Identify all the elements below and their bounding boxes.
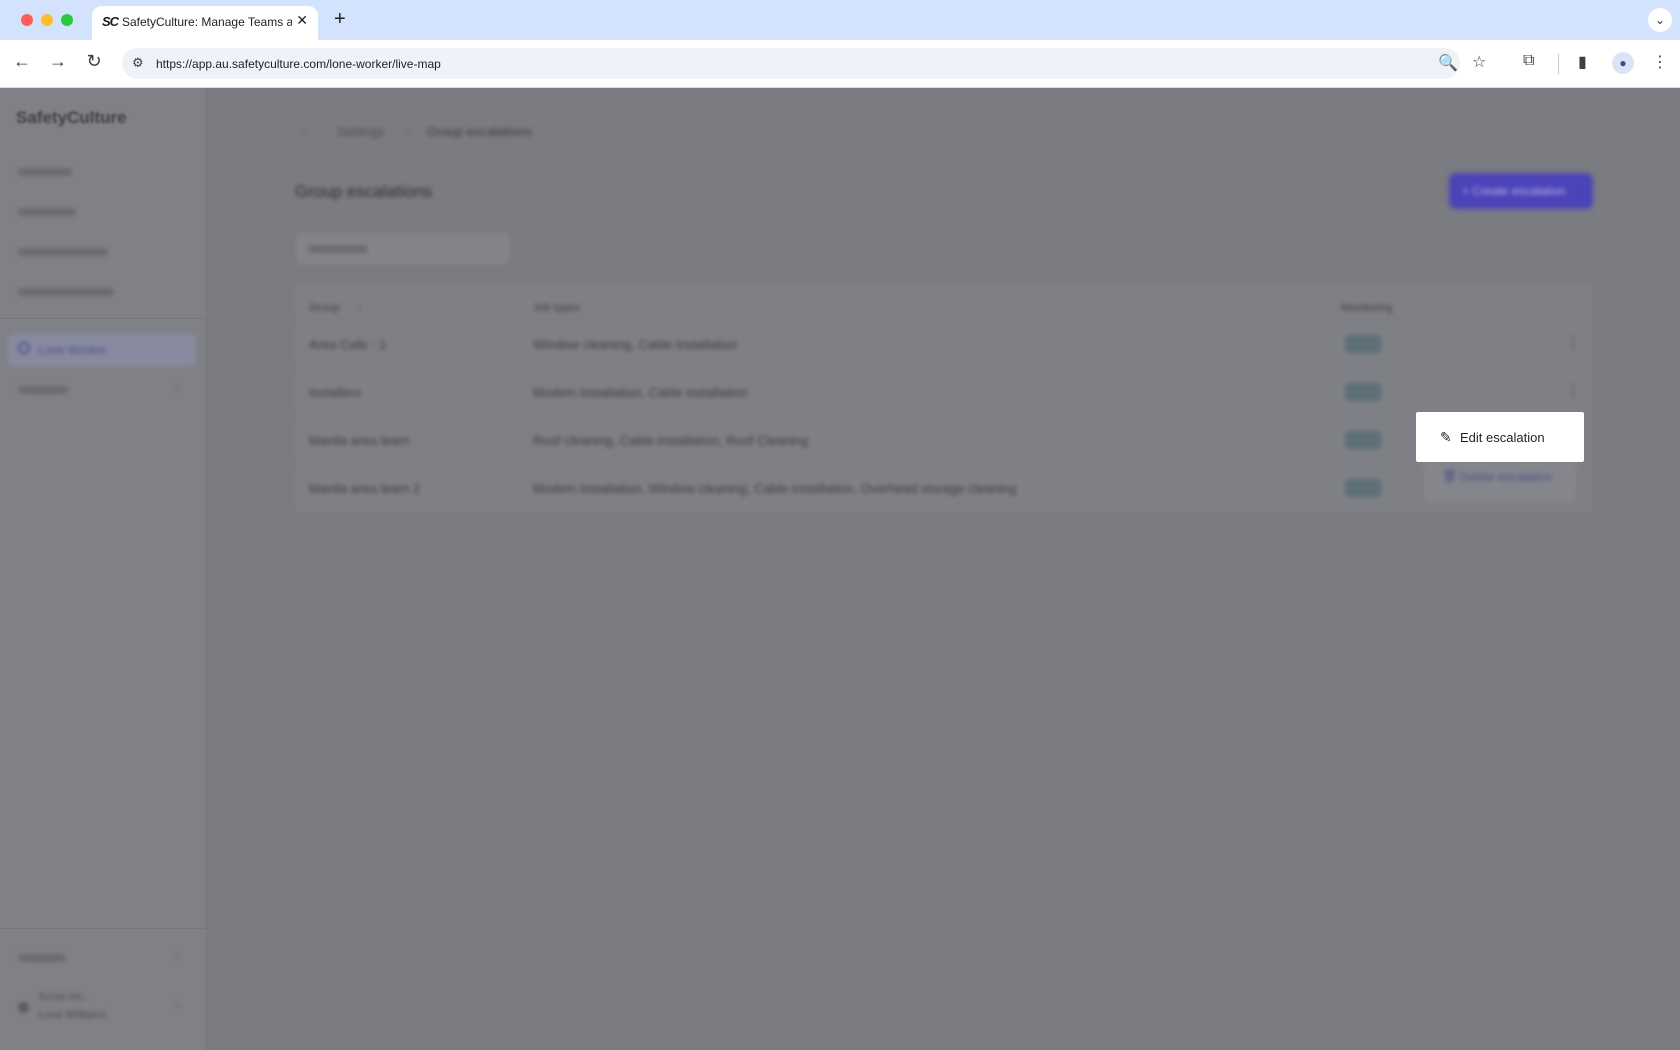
breadcrumb-current: Group escalations bbox=[427, 124, 532, 139]
search-input[interactable] bbox=[295, 232, 511, 266]
org-icon bbox=[18, 1002, 29, 1013]
edit-escalation-menu-item[interactable]: ✎ Edit escalation bbox=[1416, 412, 1584, 462]
group-cell: Installers bbox=[309, 385, 362, 400]
monitoring-badge bbox=[1345, 335, 1381, 353]
sidebar-item[interactable] bbox=[18, 168, 72, 176]
job-types-cell: Window cleaning, Cable installation bbox=[533, 337, 738, 352]
column-header-monitoring: Monitoring bbox=[1341, 302, 1393, 314]
favicon-icon: SC bbox=[102, 14, 119, 29]
group-cell: Area Cafe - 1 bbox=[309, 337, 387, 352]
tab-title: SafetyCulture: Manage Teams and... bbox=[122, 15, 292, 29]
delete-escalation-menu-item[interactable]: Delete escalation bbox=[1460, 470, 1552, 484]
breadcrumb-settings[interactable]: Settings bbox=[337, 124, 384, 139]
sidebar-divider bbox=[0, 928, 206, 929]
chevron-right-icon: › bbox=[176, 998, 180, 1012]
column-header-job-types: Job types bbox=[533, 302, 581, 314]
job-types-cell: Modem installation, Cable installation bbox=[533, 385, 748, 400]
breadcrumb-separator-icon: › bbox=[405, 124, 409, 138]
org-name[interactable]: Acme Inc. bbox=[38, 991, 87, 1003]
escalations-table: Group ↓ Job types Monitoring Area Cafe -… bbox=[295, 284, 1592, 512]
create-escalation-button[interactable]: + Create escalation bbox=[1450, 174, 1592, 208]
pencil-icon: ✎ bbox=[1440, 429, 1452, 445]
group-cell: Manila area team bbox=[309, 433, 410, 448]
user-name[interactable]: Luna Williams bbox=[38, 1009, 106, 1021]
table-row[interactable]: Manila area team Roof cleaning, Cable in… bbox=[295, 416, 1592, 465]
edit-escalation-label: Edit escalation bbox=[1460, 430, 1545, 445]
back-arrow-icon[interactable]: ← bbox=[10, 51, 34, 72]
sidebar-item-label: Lone Worker bbox=[38, 343, 107, 357]
sidebar-item[interactable] bbox=[18, 288, 114, 296]
sidebar-divider bbox=[0, 318, 206, 319]
job-types-cell: Roof cleaning, Cable installation, Roof … bbox=[533, 433, 809, 448]
new-tab-button[interactable]: + bbox=[334, 8, 346, 31]
minimize-window-button[interactable] bbox=[41, 14, 53, 26]
maximize-window-button[interactable] bbox=[61, 14, 73, 26]
sort-arrow-icon[interactable]: ↓ bbox=[357, 302, 363, 314]
monitoring-badge bbox=[1345, 479, 1381, 497]
back-chevron-icon[interactable]: ‹ bbox=[302, 123, 306, 137]
sidebar-item[interactable] bbox=[18, 248, 108, 256]
reload-icon[interactable]: ↻ bbox=[82, 51, 106, 72]
profile-avatar-icon[interactable]: ● bbox=[1612, 52, 1634, 74]
tab-search-chevron-icon[interactable]: ⌄ bbox=[1648, 8, 1672, 32]
extensions-icon[interactable]: ⧉ bbox=[1523, 52, 1534, 70]
close-tab-icon[interactable]: ✕ bbox=[296, 12, 308, 29]
url-text[interactable]: https://app.au.safetyculture.com/lone-wo… bbox=[156, 57, 441, 71]
monitoring-badge bbox=[1345, 431, 1381, 449]
main-content: ‹ Settings › Group escalations Group esc… bbox=[207, 88, 1680, 1050]
sidebar: SafetyCulture Lone Worker › › Acme Inc. … bbox=[0, 88, 207, 1050]
table-row[interactable]: Installers Modem installation, Cable ins… bbox=[295, 368, 1592, 417]
zoom-icon[interactable]: 🔍 bbox=[1438, 53, 1458, 73]
app-root: SafetyCulture Lone Worker › › Acme Inc. … bbox=[0, 88, 1680, 1050]
forward-arrow-icon[interactable]: → bbox=[46, 51, 70, 72]
create-escalation-label: + Create escalation bbox=[1462, 184, 1566, 198]
lone-worker-icon bbox=[18, 342, 30, 354]
chevron-right-icon: › bbox=[176, 949, 180, 963]
table-row[interactable]: Area Cafe - 1 Window cleaning, Cable ins… bbox=[295, 320, 1592, 369]
search-placeholder bbox=[308, 245, 368, 253]
sidebar-item[interactable] bbox=[18, 386, 68, 394]
table-row[interactable]: Manila area team 2 Modem installation, W… bbox=[295, 464, 1592, 513]
page-title: Group escalations bbox=[295, 182, 433, 201]
browser-toolbar: ← → ↻ ⚙ https://app.au.safetyculture.com… bbox=[0, 40, 1680, 88]
job-types-cell: Modem installation, Window cleaning, Cab… bbox=[533, 481, 1017, 496]
sidebar-item[interactable] bbox=[18, 954, 66, 962]
column-header-group[interactable]: Group bbox=[309, 302, 340, 314]
monitoring-badge bbox=[1345, 383, 1381, 401]
browser-menu-icon[interactable]: ⋮ bbox=[1652, 52, 1668, 72]
browser-tab[interactable]: SC SafetyCulture: Manage Teams and... ✕ bbox=[92, 6, 318, 40]
row-actions-icon[interactable]: ⋮ bbox=[1565, 333, 1581, 353]
site-info-icon[interactable]: ⚙ bbox=[132, 55, 144, 71]
browser-tab-bar: SC SafetyCulture: Manage Teams and... ✕ … bbox=[0, 0, 1680, 40]
bookmark-star-icon[interactable]: ☆ bbox=[1472, 52, 1486, 72]
trash-icon: 🗑 bbox=[1442, 469, 1458, 483]
close-window-button[interactable] bbox=[21, 14, 33, 26]
row-actions-icon[interactable]: ⋮ bbox=[1565, 381, 1581, 401]
brand-logo: SafetyCulture bbox=[16, 108, 127, 127]
sidebar-item[interactable] bbox=[18, 208, 76, 216]
chevron-right-icon: › bbox=[176, 381, 180, 395]
address-bar[interactable]: ⚙ https://app.au.safetyculture.com/lone-… bbox=[122, 48, 1486, 79]
toolbar-divider bbox=[1558, 54, 1559, 74]
group-cell: Manila area team 2 bbox=[309, 481, 421, 496]
side-panel-icon[interactable]: ▮ bbox=[1578, 52, 1587, 72]
